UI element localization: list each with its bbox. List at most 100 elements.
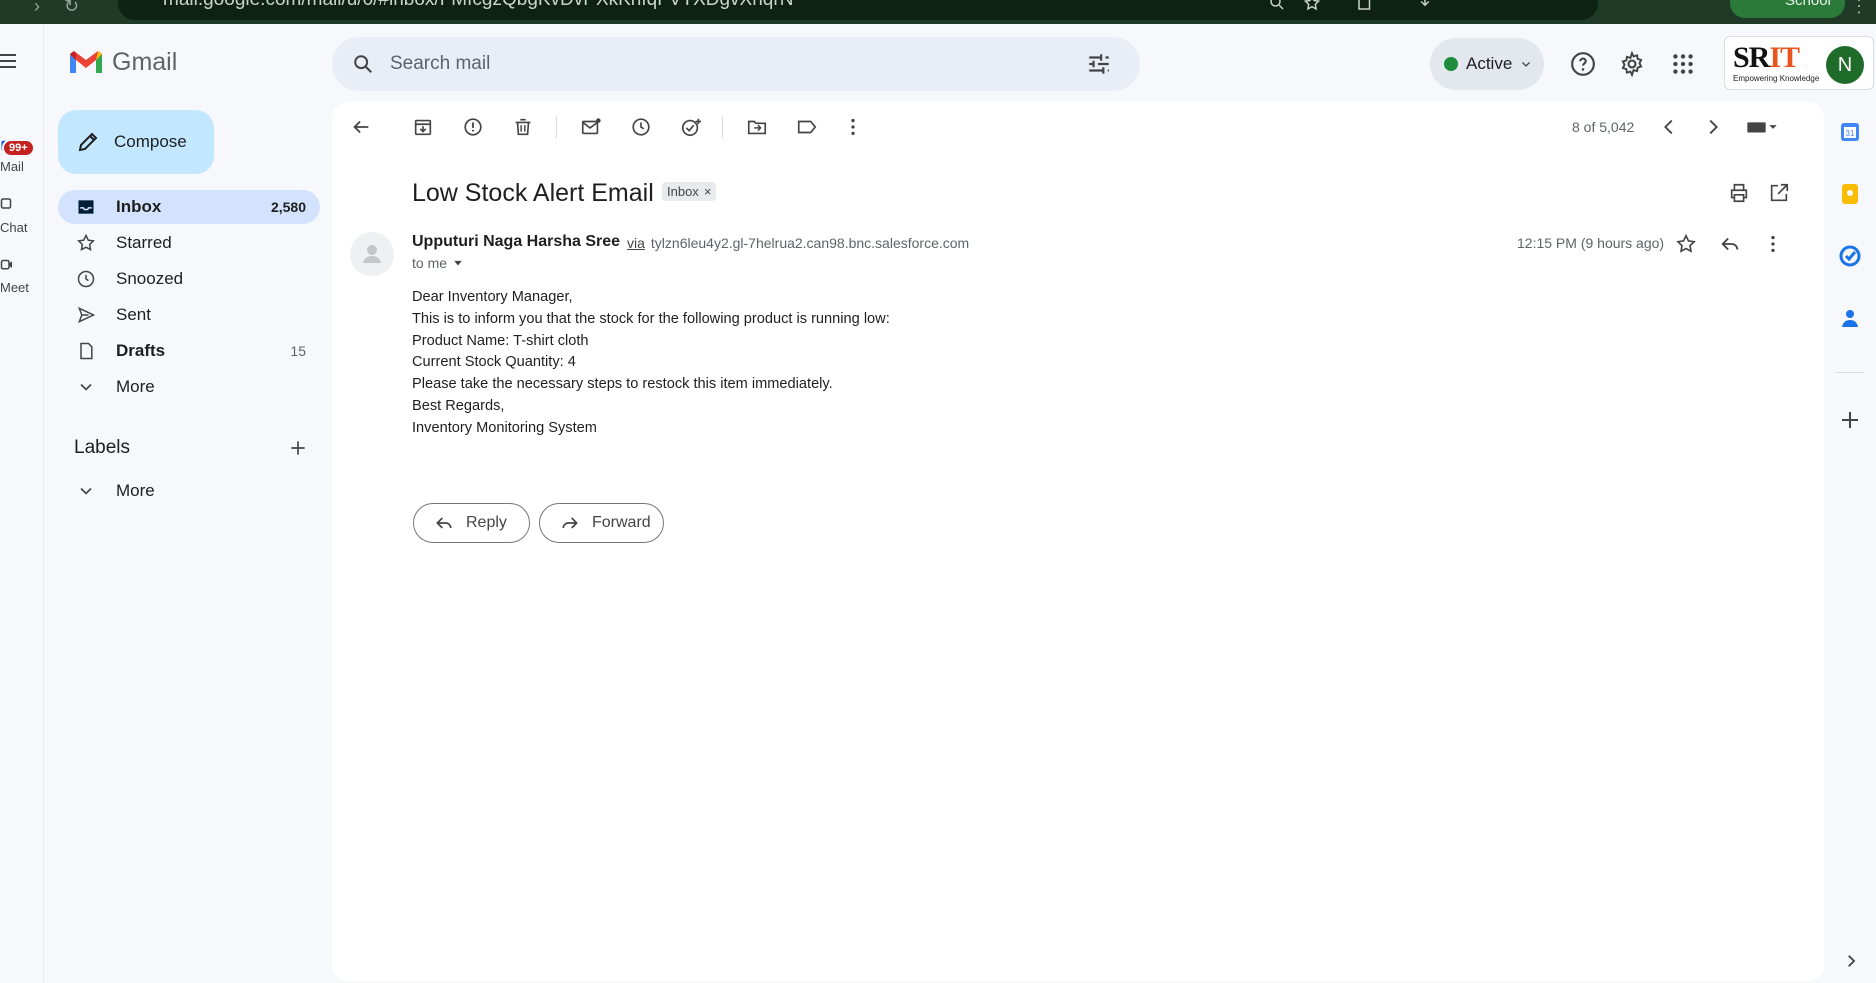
search-icon[interactable] [352,53,374,75]
delete-trash-icon[interactable] [512,116,534,138]
svg-text:31: 31 [1846,129,1855,138]
recipient-details[interactable]: to me [412,255,463,271]
sender-avatar[interactable] [350,232,394,276]
account-avatar[interactable]: N [1826,46,1864,84]
body-line: Product Name: T-shirt cloth [412,332,589,349]
browser-profile-chip[interactable]: School [1730,0,1845,18]
status-dot [1444,57,1458,71]
sender-name[interactable]: Upputuri Naga Harsha Sree [412,233,620,251]
contacts-icon[interactable] [1838,306,1862,330]
sidebar-item-drafts[interactable]: Drafts 15 [58,334,320,368]
get-addons-plus-icon[interactable] [1838,408,1862,432]
sidebar-item-label: Sent [116,305,151,324]
browser-forward-icon[interactable]: › [34,0,40,17]
chevron-down-icon [80,487,92,495]
via-link[interactable]: via [627,235,645,251]
message-more-icon[interactable] [1762,233,1784,255]
email-subject: Low Stock Alert Email [412,179,654,207]
body-line: Best Regards, [412,397,505,414]
inbox-icon [78,200,94,214]
gmail-logo[interactable]: Gmail [68,48,177,77]
sidebar-item-sent[interactable]: Sent [58,298,320,332]
sidebar: Compose Inbox 2,580 Starred Snoozed Sent… [44,102,334,983]
organization-logo: SRIT Empowering Knowledge [1733,43,1825,84]
labels-more[interactable]: More [58,474,320,508]
sidebar-item-label: More [116,377,155,396]
browser-toolbar: › ↻ mail.google.com/mail/u/0/#inbox/FMfc… [0,0,1876,24]
gmail-header: Gmail Active SRIT Empowering Knowledge N [44,24,1876,102]
send-icon [77,306,96,324]
person-icon [363,245,381,263]
label-tag-icon[interactable] [796,116,818,138]
body-line: Current Stock Quantity: 4 [412,354,576,371]
search-options-icon[interactable] [1086,51,1112,77]
brand-tagline: Empowering Knowledge [1733,74,1820,83]
archive-icon[interactable] [412,116,434,138]
body-line: Dear Inventory Manager, [412,289,573,305]
address-bar[interactable]: mail.google.com/mail/u/0/#inbox/FMfcgzQb… [118,0,1598,20]
reply-icon[interactable] [1719,233,1741,255]
mark-unread-icon[interactable] [580,116,602,138]
status-selector[interactable]: Active [1430,38,1544,90]
drafts-count: 15 [290,343,306,359]
move-to-folder-icon[interactable] [746,116,768,138]
side-panel: 31 [1824,102,1876,983]
report-spam-icon[interactable] [462,116,484,138]
more-options-icon[interactable] [842,116,864,138]
browser-reload-icon[interactable]: ↻ [64,0,79,17]
browser-search-icon[interactable] [1268,0,1286,12]
show-side-panel-chevron-icon[interactable] [1842,952,1860,970]
label-chip-text: Inbox [667,184,699,199]
body-line: This is to inform you that the stock for… [412,310,890,327]
calendar-icon[interactable]: 31 [1838,120,1862,144]
bookmark-star-icon[interactable] [1303,0,1321,12]
add-to-tasks-icon[interactable] [680,116,702,138]
strip-chat-label: Chat [0,220,28,235]
extensions-icon[interactable] [1356,0,1374,12]
draft-icon [80,342,93,360]
browser-menu-icon[interactable]: ⋮ [1850,0,1868,17]
strip-meet-label: Meet [0,280,29,295]
reply-button[interactable]: Reply [413,503,530,543]
profile-label: School [1785,0,1831,9]
sidebar-item-starred[interactable]: Starred [58,226,320,260]
keep-notes-icon[interactable] [1838,182,1862,206]
mail-unread-badge: 99+ [2,139,35,157]
chevron-down-icon [1522,62,1531,67]
older-chevron-right-icon[interactable] [1702,116,1724,138]
toolbar-divider [556,116,557,138]
print-icon[interactable] [1728,182,1750,204]
tasks-icon[interactable] [1838,244,1862,268]
input-tools-keyboard-icon[interactable] [1744,116,1780,138]
sidebar-item-label: Inbox [116,197,162,216]
sidebar-item-more[interactable]: More [58,370,320,404]
settings-gear-icon[interactable] [1619,51,1645,77]
compose-button[interactable]: Compose [58,110,214,174]
search-input[interactable] [390,47,1070,81]
chevron-down-icon [80,383,92,391]
body-line: Please take the necessary steps to resto… [412,376,833,393]
snooze-clock-icon[interactable] [630,116,652,138]
gmail-logo-icon [70,51,102,73]
open-new-window-icon[interactable] [1768,182,1790,204]
help-icon[interactable] [1570,51,1596,77]
labels-heading: Labels [74,437,130,458]
newer-chevron-left-icon[interactable] [1658,116,1680,138]
sidebar-item-snoozed[interactable]: Snoozed [58,262,320,296]
apps-grid-icon[interactable] [1670,51,1696,77]
remove-label-icon[interactable]: × [704,184,712,199]
add-label-icon[interactable] [288,438,308,458]
search-bar[interactable] [332,37,1140,91]
forward-button[interactable]: Forward [539,503,664,543]
meet-icon [0,259,12,270]
forward-arrow-icon [562,517,578,529]
sidebar-item-inbox[interactable]: Inbox 2,580 [58,190,320,224]
reply-arrow-icon [436,517,452,529]
status-label: Active [1466,54,1513,73]
star-icon[interactable] [1675,233,1697,255]
via-address: tylzn6leu4y2.gl-7helrua2.can98.bnc.sales… [650,235,970,251]
back-arrow-icon[interactable] [350,116,372,138]
downloads-icon[interactable] [1416,0,1434,12]
labels-more-label: More [116,481,155,500]
main-menu-icon[interactable] [0,54,20,70]
